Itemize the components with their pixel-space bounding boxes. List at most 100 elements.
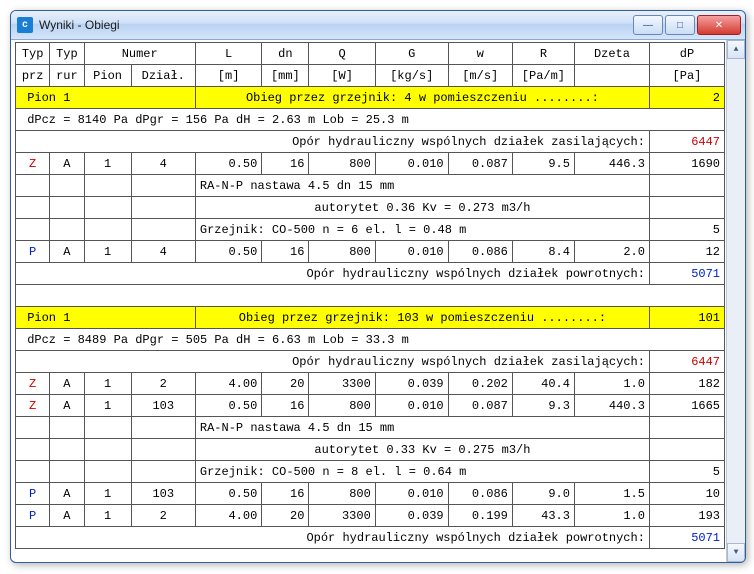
cell: 5 [649,461,724,483]
results-table: Typ Typ Numer L dn Q G w R Dzeta dP prz [15,42,725,549]
cell: 2 [131,373,195,395]
cell [16,439,50,461]
cell [649,439,724,461]
cell [16,197,50,219]
cell [131,417,195,439]
unit-L: [m] [195,65,261,87]
cell: Z [16,395,50,417]
unit-dP: [Pa] [649,65,724,87]
opor-zasil-row: Opór hydrauliczny wspólnych działek zasi… [16,131,725,153]
scroll-area: Typ Typ Numer L dn Q G w R Dzeta dP prz [11,40,727,562]
cell: 0.087 [448,395,512,417]
cell [50,197,84,219]
return-row: PA14 0.50168000.010 0.0868.42.012 [16,241,725,263]
cell [16,175,50,197]
cell: 1690 [649,153,724,175]
maximize-button[interactable]: □ [665,15,695,35]
results-window: c Wyniki - Obiegi — □ ✕ Typ Typ Numer [10,10,746,563]
cell: P [16,505,50,527]
valve-text: RA-N-P nastawa 4.5 dn 15 mm [195,175,649,197]
cell: A [50,483,84,505]
return-row: PA12 4.002033000.039 0.19943.31.0193 [16,505,725,527]
cell: 1 [84,483,131,505]
cell: A [50,395,84,417]
minimize-button[interactable]: — [633,15,663,35]
cell: 9.5 [512,153,574,175]
unit-R: [Pa/m] [512,65,574,87]
scroll-track[interactable] [727,58,745,544]
cell [84,219,131,241]
obieg-num: 101 [649,307,724,329]
cell: 8.4 [512,241,574,263]
supply-row: ZA14 0.50168000.010 0.0879.5446.31690 [16,153,725,175]
cell: 0.50 [195,241,261,263]
opor-powr-value: 5071 [649,527,724,549]
cell [16,219,50,241]
app-icon: c [17,17,33,33]
opor-zasil-row: Opór hydrauliczny wspólnych działek zasi… [16,351,725,373]
cell: A [50,153,84,175]
scroll-down-arrow[interactable]: ▼ [727,543,745,562]
valve-row: RA-N-P nastawa 4.5 dn 15 mm [16,175,725,197]
cell: 182 [649,373,724,395]
cell [131,219,195,241]
opor-zasil-label: Opór hydrauliczny wspólnych działek zasi… [16,351,650,373]
cell: 0.50 [195,153,261,175]
cell: 103 [131,395,195,417]
pion-header-row: Pion 1 Obieg przez grzejnik: 4 w pomiesz… [16,87,725,109]
cell: 4 [131,153,195,175]
cell [50,461,84,483]
col-Dzeta: Dzeta [574,43,649,65]
cell: 800 [309,395,375,417]
scroll-up-arrow[interactable]: ▲ [727,40,745,59]
radiator-text: Grzejnik: CO-500 n = 8 el. l = 0.64 m [195,461,649,483]
cell: 9.3 [512,395,574,417]
cell: 0.087 [448,153,512,175]
titlebar[interactable]: c Wyniki - Obiegi — □ ✕ [11,11,745,40]
vertical-scrollbar[interactable]: ▲ ▼ [726,40,745,562]
cell: 1.5 [574,483,649,505]
cell: 1 [84,505,131,527]
summary-text: dPcz = 8489 Pa dPgr = 505 Pa dH = 6.63 m… [16,329,725,351]
unit-Q: [W] [309,65,375,87]
unit-dn: [mm] [262,65,309,87]
cell: 1 [84,395,131,417]
cell: 16 [262,153,309,175]
close-button[interactable]: ✕ [697,15,741,35]
col-dP: dP [649,43,724,65]
col-L: L [195,43,261,65]
valve-text2: autorytet 0.33 Kv = 0.275 m3/h [195,439,649,461]
valve-text: RA-N-P nastawa 4.5 dn 15 mm [195,417,649,439]
col-numer: Numer [84,43,195,65]
cell [50,417,84,439]
cell: 20 [262,505,309,527]
pion-label: Pion 1 [16,307,196,329]
cell: 0.086 [448,241,512,263]
unit-prz: prz [16,65,50,87]
cell: Z [16,153,50,175]
cell: 10 [649,483,724,505]
cell [131,461,195,483]
cell [50,439,84,461]
cell: 0.010 [375,241,448,263]
cell: 4 [131,241,195,263]
cell: 3300 [309,505,375,527]
unit-G: [kg/s] [375,65,448,87]
cell [16,417,50,439]
opor-zasil-value: 6447 [649,131,724,153]
unit-Dzeta [574,65,649,87]
cell: 800 [309,483,375,505]
cell: 103 [131,483,195,505]
cell: 0.010 [375,483,448,505]
cell: 16 [262,241,309,263]
col-R: R [512,43,574,65]
cell: Z [16,373,50,395]
cell: 0.086 [448,483,512,505]
cell: 0.199 [448,505,512,527]
col-w: w [448,43,512,65]
cell: 1 [84,373,131,395]
cell [649,197,724,219]
table-body: Pion 1 Obieg przez grzejnik: 4 w pomiesz… [16,87,725,549]
cell [84,439,131,461]
pion-header-row: Pion 1 Obieg przez grzejnik: 103 w pomie… [16,307,725,329]
